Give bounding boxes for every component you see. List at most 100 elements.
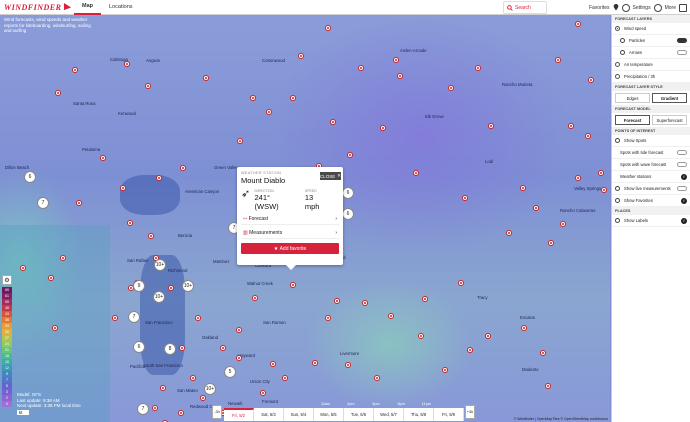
weather-station-marker[interactable] xyxy=(422,296,428,302)
precipitation-option[interactable]: Precipitation / 3h xyxy=(612,71,690,83)
station-cluster[interactable]: 7 xyxy=(128,311,140,323)
weather-station-marker[interactable] xyxy=(374,375,380,381)
weather-station-marker[interactable] xyxy=(200,395,206,401)
weather-station-marker[interactable] xyxy=(270,361,276,367)
popup-close-button[interactable]: CLOSE ✕ xyxy=(320,172,341,180)
weather-station-marker[interactable] xyxy=(345,362,351,368)
tide-spots-option[interactable]: Spots with tide forecast xyxy=(612,147,690,159)
live-measurements-option[interactable]: Show live measurements xyxy=(612,183,690,195)
weather-station-marker[interactable] xyxy=(195,315,201,321)
weather-station-marker[interactable] xyxy=(236,355,242,361)
weather-station-marker[interactable] xyxy=(458,280,464,286)
station-cluster[interactable]: 9 xyxy=(133,280,145,292)
weather-station-marker[interactable] xyxy=(312,360,318,366)
add-favorite-button[interactable]: ★ Add favorite xyxy=(241,243,339,254)
station-cluster[interactable]: 10+ xyxy=(154,259,166,271)
particles-option[interactable]: Particles xyxy=(612,35,690,47)
location-pin-icon[interactable] xyxy=(613,4,619,11)
weather-station-marker[interactable] xyxy=(237,138,243,144)
weather-station-marker[interactable] xyxy=(575,175,581,181)
weather-station-marker[interactable] xyxy=(55,90,61,96)
account-icon[interactable] xyxy=(653,3,662,12)
weather-station-marker[interactable] xyxy=(362,300,368,306)
weather-station-marker[interactable] xyxy=(462,195,468,201)
weather-station-marker[interactable] xyxy=(52,325,58,331)
settings-link[interactable]: Settings xyxy=(633,5,651,11)
menu-icon[interactable] xyxy=(679,3,687,12)
weather-station-marker[interactable] xyxy=(152,405,158,411)
show-favorites-option[interactable]: Show Favorites ✓ xyxy=(612,195,690,207)
weather-station-marker[interactable] xyxy=(388,313,394,319)
weather-station-marker[interactable] xyxy=(568,123,574,129)
weather-station-marker[interactable] xyxy=(575,21,581,27)
weather-station-marker[interactable] xyxy=(506,230,512,236)
station-cluster[interactable]: 10+ xyxy=(182,280,194,292)
search-button[interactable]: Search xyxy=(503,1,547,14)
weather-station-marker[interactable] xyxy=(60,255,66,261)
check-icon[interactable]: ✓ xyxy=(681,217,687,224)
show-labels-option[interactable]: Show Labels ✓ xyxy=(612,215,690,227)
edges-option[interactable]: Edges xyxy=(615,93,650,103)
weather-station-marker[interactable] xyxy=(148,233,154,239)
day-tab[interactable]: Sat, 5/3 xyxy=(254,408,284,421)
windfinder-logo[interactable]: WINDFINDER xyxy=(0,0,74,15)
check-icon[interactable]: ✓ xyxy=(681,173,687,180)
weather-station-marker[interactable] xyxy=(168,285,174,291)
forecast-model-option[interactable]: Forecast xyxy=(615,115,650,125)
weather-station-marker[interactable] xyxy=(220,345,226,351)
weather-station-marker[interactable] xyxy=(236,327,242,333)
weather-station-marker[interactable] xyxy=(442,367,448,373)
particles-toggle[interactable] xyxy=(677,38,687,43)
station-cluster[interactable]: 5 xyxy=(224,366,236,378)
weather-station-marker[interactable] xyxy=(545,383,551,389)
wave-spots-option[interactable]: Spots with wave forecast xyxy=(612,159,690,171)
weather-station-marker[interactable] xyxy=(48,275,54,281)
weather-station-marker[interactable] xyxy=(488,123,494,129)
air-temperature-option[interactable]: Air temperature xyxy=(612,59,690,71)
time-back-button[interactable]: -3h xyxy=(212,405,222,419)
settings-gear-icon[interactable] xyxy=(621,3,630,12)
weather-station-marker[interactable] xyxy=(397,73,403,79)
station-cluster[interactable]: 7 xyxy=(137,403,149,415)
live-measurements-toggle[interactable] xyxy=(677,186,687,191)
weather-station-marker[interactable] xyxy=(585,133,591,139)
weather-station-marker[interactable] xyxy=(20,265,26,271)
day-tab[interactable]: Fri, 5/9 xyxy=(434,408,464,421)
weather-station-marker[interactable] xyxy=(290,282,296,288)
weather-station-marker[interactable] xyxy=(358,65,364,71)
station-cluster[interactable]: 10+ xyxy=(153,291,165,303)
weather-station-marker[interactable] xyxy=(127,220,133,226)
weather-station-marker[interactable] xyxy=(100,155,106,161)
weather-station-marker[interactable] xyxy=(413,170,419,176)
station-cluster[interactable]: 7 xyxy=(37,197,49,209)
day-tab[interactable]: Sun, 5/4 xyxy=(284,408,314,421)
weather-station-marker[interactable] xyxy=(485,333,491,339)
time-forward-button[interactable]: +3h xyxy=(465,405,475,419)
weather-station-marker[interactable] xyxy=(160,385,166,391)
weather-station-marker[interactable] xyxy=(145,83,151,89)
weather-station-marker[interactable] xyxy=(380,125,386,131)
weather-station-marker[interactable] xyxy=(203,75,209,81)
weather-station-marker[interactable] xyxy=(521,325,527,331)
weather-station-marker[interactable] xyxy=(601,187,607,193)
unit-selector[interactable]: kt xyxy=(17,409,29,416)
tab-locations[interactable]: Locations xyxy=(101,0,141,15)
arrows-option[interactable]: Arrows xyxy=(612,47,690,59)
weather-station-marker[interactable] xyxy=(325,25,331,31)
weather-station-marker[interactable] xyxy=(124,61,130,67)
weather-station-marker[interactable] xyxy=(334,298,340,304)
weather-station-marker[interactable] xyxy=(178,410,184,416)
weather-station-marker[interactable] xyxy=(540,350,546,356)
weather-station-marker[interactable] xyxy=(560,221,566,227)
weather-station-marker[interactable] xyxy=(156,175,162,181)
favorites-link[interactable]: Favorites xyxy=(589,5,610,11)
weather-station-marker[interactable] xyxy=(252,295,258,301)
weather-station-marker[interactable] xyxy=(533,205,539,211)
weather-station-marker[interactable] xyxy=(282,375,288,381)
weather-station-marker[interactable] xyxy=(325,315,331,321)
station-cluster[interactable]: 6 xyxy=(342,187,354,199)
weather-station-marker[interactable] xyxy=(190,375,196,381)
weather-station-marker[interactable] xyxy=(179,345,185,351)
station-cluster[interactable]: 6 xyxy=(133,341,145,353)
day-tab[interactable]: Fri, 5/2 xyxy=(224,408,254,421)
